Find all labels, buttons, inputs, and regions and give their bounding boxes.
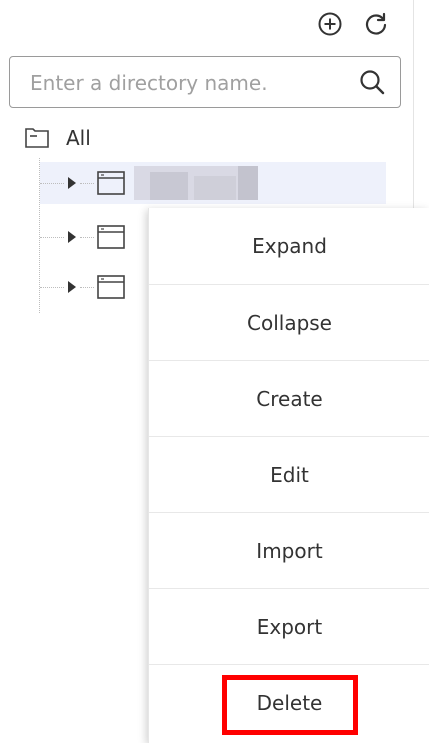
window-icon [97,275,125,299]
menu-item-collapse[interactable]: Collapse [149,285,429,361]
circle-plus-icon[interactable] [316,10,344,38]
tree-connector [80,286,94,288]
search-input[interactable] [28,67,352,99]
search-box[interactable] [9,56,401,108]
menu-item-export[interactable]: Export [149,589,429,665]
tree-root-all[interactable]: All [24,122,91,154]
expand-arrow-icon[interactable] [68,231,76,243]
window-icon [97,171,125,195]
directory-panel: All [0,0,429,743]
refresh-icon[interactable] [362,10,390,38]
panel-divider [413,0,414,210]
expand-arrow-icon[interactable] [68,177,76,189]
folder-icon [25,128,49,148]
menu-item-create[interactable]: Create [149,361,429,437]
window-icon [97,225,125,249]
tree-connector [80,182,94,184]
expand-arrow-icon[interactable] [68,281,76,293]
delete-highlight-box [222,675,358,735]
tree-connector [80,236,94,238]
menu-item-import[interactable]: Import [149,513,429,589]
context-menu: Expand Collapse Create Edit Import Expor… [148,208,429,743]
tree-connector [40,236,64,238]
tree-node[interactable] [40,162,386,204]
tree-root-label: All [66,126,91,150]
menu-item-expand[interactable]: Expand [149,208,429,284]
redacted-node-label [134,166,258,200]
tree-connector [40,182,64,184]
search-icon[interactable] [358,68,386,96]
tree-connector [40,286,64,288]
menu-item-edit[interactable]: Edit [149,437,429,513]
